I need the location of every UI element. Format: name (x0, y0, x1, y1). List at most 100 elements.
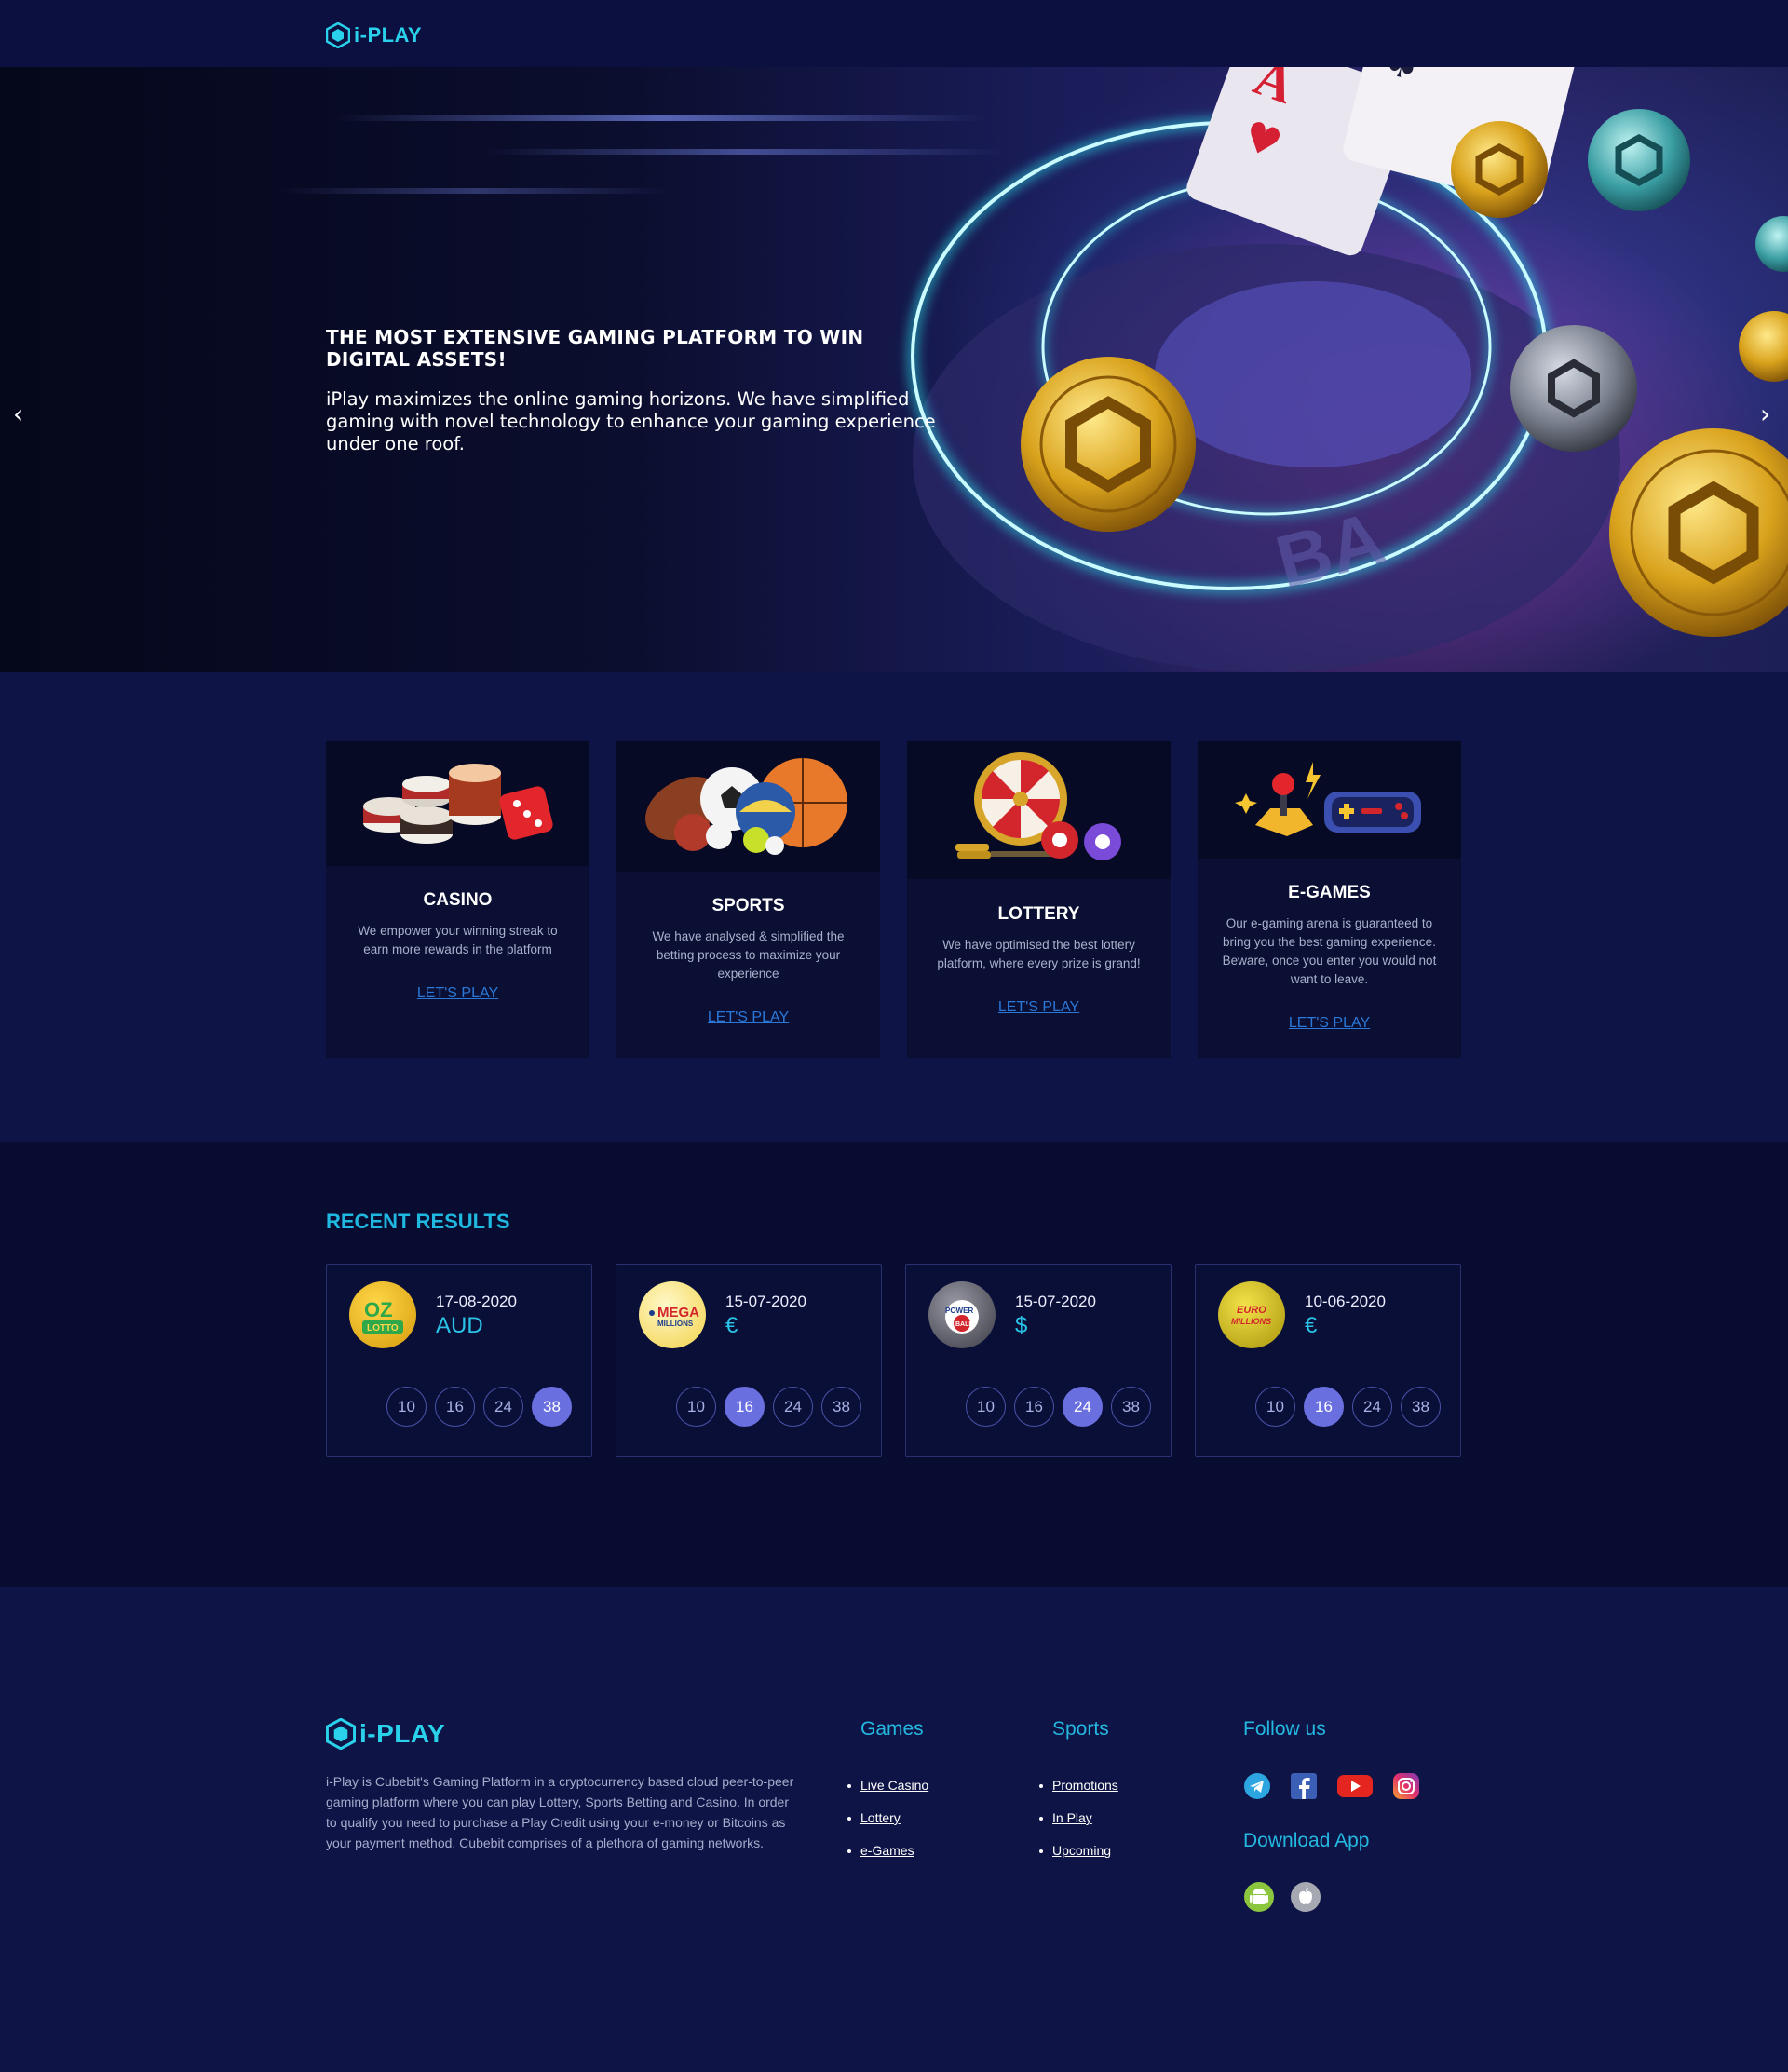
sports-title: SPORTS (711, 896, 785, 915)
result-balls: 10 16 24 38 (676, 1387, 861, 1427)
lottery-ball-highlighted: 16 (725, 1387, 765, 1427)
lottery-image (907, 741, 1171, 879)
apple-icon[interactable] (1290, 1881, 1321, 1913)
svg-text:POWER: POWER (945, 1307, 973, 1315)
result-date: 10-06-2020 (1305, 1293, 1386, 1310)
cube-logo-icon (326, 22, 350, 48)
sports-description: We have analysed & simplified the bettin… (652, 929, 845, 981)
app-download-links (1243, 1881, 1321, 1913)
telegram-icon[interactable] (1243, 1772, 1271, 1800)
result-currency: $ (1015, 1313, 1028, 1338)
casino-description: We empower your winning streak to earn m… (358, 924, 558, 956)
games-links: Live Casino Lottery e-Games (847, 1776, 928, 1874)
lottery-ball: 24 (1352, 1387, 1392, 1427)
hero-banner: A ♥ ♠ BA THE MOST EXTENSIVE GAMING PLATF… (0, 67, 1788, 672)
euro-millions-logo: EURO MILLIONS (1218, 1281, 1285, 1348)
instagram-icon[interactable] (1392, 1772, 1420, 1800)
follow-us-heading: Follow us (1243, 1718, 1326, 1740)
powerball-logo-icon: POWER BALL (945, 1300, 979, 1334)
social-links (1243, 1772, 1420, 1800)
casino-chips-dice-icon (363, 764, 553, 844)
footer-link-lottery[interactable]: Lottery (847, 1808, 928, 1841)
lottery-ball: 24 (773, 1387, 813, 1427)
result-balls: 10 16 24 38 (386, 1387, 572, 1427)
egames-card: E-GAMES Our e-gaming arena is guaranteed… (1198, 741, 1461, 1058)
result-card-euro-millions[interactable]: EURO MILLIONS 10-06-2020 € 10 16 24 38 (1195, 1264, 1461, 1457)
svg-text:MEGA: MEGA (657, 1305, 699, 1320)
header-logo[interactable]: i-PLAY (326, 22, 422, 48)
hero-title: THE MOST EXTENSIVE GAMING PLATFORM TO WI… (326, 326, 864, 371)
sports-balls-icon (645, 758, 847, 855)
powerball-logo: POWER BALL (928, 1281, 996, 1348)
result-date: 17-08-2020 (436, 1293, 517, 1310)
egames-title: E-GAMES (1288, 883, 1371, 902)
oz-lotto-logo-icon: OZ LOTTO (362, 1298, 403, 1334)
result-date: 15-07-2020 (725, 1293, 806, 1310)
result-card-mega-millions[interactable]: MEGA MILLIONS 15-07-2020 € 10 16 24 38 (616, 1264, 882, 1457)
oz-lotto-logo: OZ LOTTO (349, 1281, 416, 1348)
sports-image (616, 741, 880, 872)
lottery-wheel-balls-icon (955, 752, 1121, 860)
lottery-ball-highlighted: 38 (532, 1387, 572, 1427)
hero-casino-artwork: A ♥ ♠ BA (907, 67, 1788, 672)
lottery-play-link[interactable]: LET'S PLAY (907, 999, 1171, 1016)
lottery-ball-highlighted: 24 (1063, 1387, 1103, 1427)
lottery-ball: 10 (1255, 1387, 1295, 1427)
egames-image (1198, 741, 1461, 859)
lottery-ball: 16 (435, 1387, 475, 1427)
egames-description: Our e-gaming arena is guaranteed to brin… (1222, 916, 1437, 986)
egames-play-link[interactable]: LET'S PLAY (1198, 1015, 1461, 1032)
lottery-ball: 24 (483, 1387, 523, 1427)
lottery-ball: 38 (1111, 1387, 1151, 1427)
sports-play-link[interactable]: LET'S PLAY (616, 1009, 880, 1026)
footer-link-live-casino[interactable]: Live Casino (847, 1776, 928, 1808)
recent-results-section (0, 1142, 1788, 1587)
lottery-ball: 10 (386, 1387, 427, 1427)
euro-millions-logo-icon: EURO MILLIONS (1231, 1305, 1271, 1326)
lottery-ball: 16 (1014, 1387, 1054, 1427)
result-balls: 10 16 24 38 (966, 1387, 1151, 1427)
android-icon[interactable] (1243, 1881, 1275, 1913)
footer-link-in-play[interactable]: In Play (1039, 1808, 1118, 1841)
svg-text:BALL: BALL (955, 1321, 973, 1328)
games-heading: Games (860, 1718, 924, 1740)
result-card-oz-lotto[interactable]: OZ LOTTO 17-08-2020 AUD 10 16 24 38 (326, 1264, 592, 1457)
youtube-icon[interactable] (1336, 1772, 1374, 1800)
footer-link-egames[interactable]: e-Games (847, 1841, 928, 1874)
recent-results-title: RECENT RESULTS (326, 1210, 510, 1233)
facebook-icon[interactable] (1290, 1772, 1318, 1800)
footer-about-text: i-Play is Cubebit's Gaming Platform in a… (326, 1774, 794, 1850)
mega-millions-logo: MEGA MILLIONS (639, 1281, 706, 1348)
sports-links: Promotions In Play Upcoming (1039, 1776, 1118, 1874)
result-currency: € (725, 1313, 738, 1338)
lottery-ball: 10 (966, 1387, 1006, 1427)
casino-image (326, 741, 589, 866)
result-currency: AUD (436, 1313, 483, 1338)
download-app-heading: Download App (1243, 1830, 1370, 1851)
lottery-card: LOTTERY We have optimised the best lotte… (907, 741, 1171, 1058)
footer-logo[interactable]: i-PLAY (326, 1718, 445, 1750)
svg-text:LOTTO: LOTTO (367, 1323, 399, 1334)
site-header: i-PLAY (0, 0, 1788, 67)
carousel-prev-arrow-icon[interactable]: ‹ (13, 399, 23, 429)
footer-link-upcoming[interactable]: Upcoming (1039, 1841, 1118, 1874)
casino-play-link[interactable]: LET'S PLAY (326, 985, 589, 1002)
mega-millions-logo-icon: MEGA MILLIONS (649, 1305, 699, 1328)
lottery-description: We have optimised the best lottery platf… (937, 938, 1141, 970)
casino-title: CASINO (423, 890, 493, 910)
lottery-title: LOTTERY (997, 904, 1080, 924)
result-currency: € (1305, 1313, 1318, 1338)
sports-card: SPORTS We have analysed & simplified the… (616, 741, 880, 1058)
carousel-next-arrow-icon[interactable]: › (1760, 399, 1770, 429)
game-categories: CASINO We empower your winning streak to… (326, 741, 1462, 1058)
footer-link-promotions[interactable]: Promotions (1039, 1776, 1118, 1808)
result-balls: 10 16 24 38 (1255, 1387, 1441, 1427)
lottery-ball-highlighted: 16 (1304, 1387, 1344, 1427)
svg-text:OZ: OZ (364, 1298, 393, 1321)
svg-text:EURO: EURO (1237, 1305, 1266, 1316)
sports-heading: Sports (1052, 1718, 1109, 1740)
logo-text: i-PLAY (354, 23, 423, 47)
result-card-powerball[interactable]: POWER BALL 15-07-2020 $ 10 16 24 38 (905, 1264, 1172, 1457)
casino-card: CASINO We empower your winning streak to… (326, 741, 589, 1058)
hero-subtitle: iPlay maximizes the online gaming horizo… (326, 388, 936, 454)
